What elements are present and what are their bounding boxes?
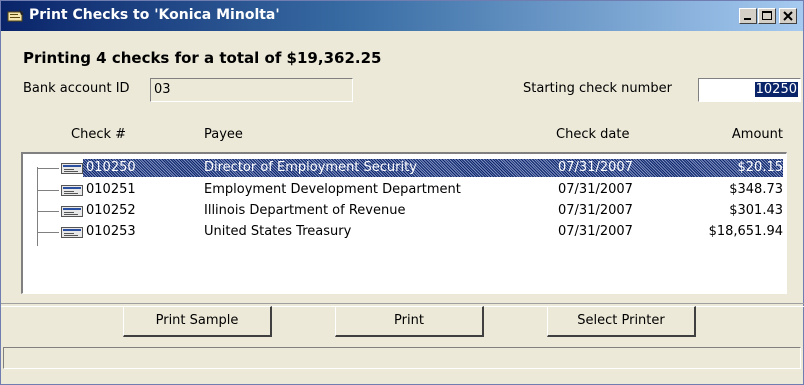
check-icon — [61, 206, 83, 217]
check-icon — [61, 185, 83, 196]
select-printer-label: Select Printer — [577, 313, 665, 328]
check-number: 010250 — [86, 160, 136, 175]
column-header-date[interactable]: Check date — [556, 127, 629, 142]
tree-connector — [37, 168, 59, 169]
close-icon — [783, 11, 793, 21]
maximize-button[interactable] — [758, 8, 776, 24]
tree-connector — [37, 232, 59, 233]
title-bar[interactable]: Print Checks to 'Konica Minolta' — [1, 1, 803, 31]
print-sample-button[interactable]: Print Sample — [123, 306, 272, 337]
close-button[interactable] — [779, 8, 797, 24]
check-amount: $18,651.94 — [708, 224, 783, 239]
check-amount: $348.73 — [729, 182, 783, 197]
check-payee: Employment Development Department — [204, 182, 461, 197]
print-checks-window: Print Checks to 'Konica Minolta' Printin… — [0, 0, 804, 385]
check-date: 07/31/2007 — [558, 224, 633, 239]
check-amount: $20.15 — [737, 160, 784, 175]
check-date: 07/31/2007 — [558, 182, 633, 197]
column-header-check[interactable]: Check # — [71, 127, 126, 142]
minimize-icon — [744, 18, 751, 20]
check-number: 010253 — [86, 224, 136, 239]
bank-account-field: 03 — [150, 78, 353, 102]
starting-check-label: Starting check number — [523, 81, 672, 96]
print-summary: Printing 4 checks for a total of $19,362… — [23, 49, 382, 67]
selection-highlight — [83, 159, 783, 177]
check-icon — [61, 163, 83, 174]
maximize-icon — [762, 11, 772, 20]
printer-checks-icon — [7, 9, 24, 22]
print-button[interactable]: Print — [335, 306, 484, 337]
check-number: 010252 — [86, 203, 136, 218]
check-date: 07/31/2007 — [558, 160, 633, 175]
bank-account-label: Bank account ID — [23, 81, 130, 96]
column-header-payee[interactable]: Payee — [204, 127, 243, 142]
tree-connector — [37, 190, 59, 191]
status-bar — [3, 347, 801, 369]
select-printer-button[interactable]: Select Printer — [547, 306, 696, 337]
check-payee: United States Treasury — [204, 224, 352, 239]
tree-connector — [37, 211, 59, 212]
check-payee: Director of Employment Security — [204, 160, 417, 175]
starting-check-value: 10250 — [754, 82, 798, 97]
check-row[interactable]: 010251 Employment Development Department… — [23, 180, 785, 200]
check-number: 010251 — [86, 182, 136, 197]
print-sample-label: Print Sample — [155, 313, 239, 328]
window-title: Print Checks to 'Konica Minolta' — [29, 7, 280, 23]
checks-list[interactable]: 010250 Director of Employment Security 0… — [21, 152, 787, 294]
check-row[interactable]: 010253 United States Treasury 07/31/2007… — [23, 222, 785, 242]
check-amount: $301.43 — [729, 203, 783, 218]
starting-check-input[interactable]: 10250 — [698, 78, 801, 102]
minimize-button[interactable] — [739, 8, 757, 24]
column-header-amount[interactable]: Amount — [701, 127, 783, 142]
check-row[interactable]: 010252 Illinois Department of Revenue 07… — [23, 201, 785, 221]
check-payee: Illinois Department of Revenue — [204, 203, 406, 218]
check-date: 07/31/2007 — [558, 203, 633, 218]
check-row[interactable]: 010250 Director of Employment Security 0… — [23, 158, 785, 178]
print-label: Print — [394, 313, 424, 328]
check-icon — [61, 227, 83, 238]
